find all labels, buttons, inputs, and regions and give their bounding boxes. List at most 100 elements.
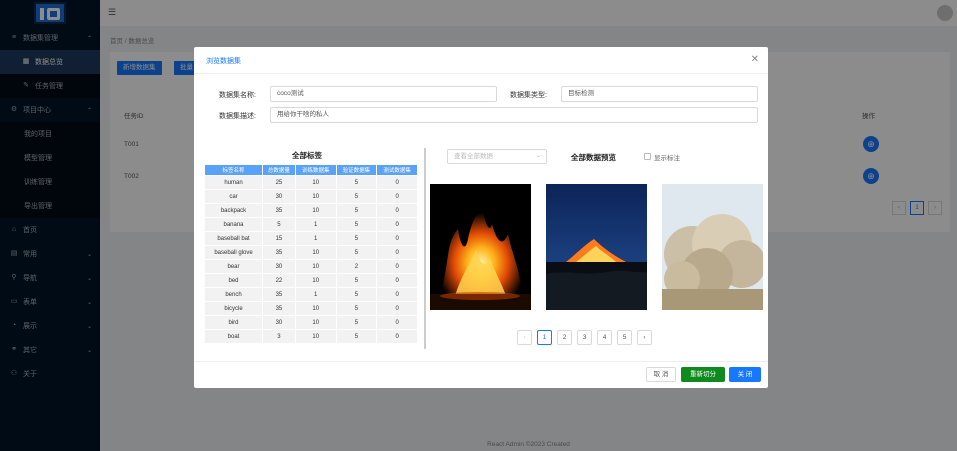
col-header: 总数据量 bbox=[262, 164, 296, 176]
show-annotation-checkbox[interactable] bbox=[644, 153, 651, 160]
table-cell: 0 bbox=[376, 189, 418, 204]
table-scrollbar[interactable] bbox=[424, 148, 426, 349]
table-cell: 5 bbox=[335, 315, 378, 330]
table-cell: 22 bbox=[262, 273, 296, 288]
table-cell: 10 bbox=[294, 301, 337, 316]
page-button-2[interactable]: 2 bbox=[557, 330, 572, 345]
table-cell: 0 bbox=[376, 217, 418, 232]
table-cell: 5 bbox=[335, 217, 378, 232]
prev-page-button[interactable]: ‹ bbox=[517, 330, 532, 345]
table-cell: 5 bbox=[335, 203, 378, 218]
table-cell: 5 bbox=[335, 329, 378, 344]
table-cell: 0 bbox=[376, 273, 418, 288]
dataset-desc-input[interactable]: 用给你干啥的私人 bbox=[270, 107, 758, 123]
preview-title: 全部数据预览 bbox=[571, 153, 616, 162]
table-cell: 0 bbox=[376, 329, 418, 344]
table-row: backpack 35 10 5 0 bbox=[204, 203, 418, 218]
table-cell: 5 bbox=[335, 287, 378, 302]
modal-title: 浏览数据集 bbox=[206, 58, 241, 65]
table-cell: 35 bbox=[262, 245, 296, 260]
table-row: bicycle 35 10 5 0 bbox=[204, 301, 418, 316]
table-cell: 0 bbox=[376, 287, 418, 302]
show-annotation-label: 显示标注 bbox=[654, 155, 680, 162]
table-cell: 0 bbox=[376, 259, 418, 274]
col-header: 验证数据集 bbox=[335, 164, 378, 176]
page-button-3[interactable]: 3 bbox=[577, 330, 592, 345]
table-row: bench 35 1 5 0 bbox=[204, 287, 418, 302]
table-cell: human bbox=[204, 175, 263, 190]
chevron-down-icon: ⌄ bbox=[535, 153, 541, 159]
table-cell: 1 bbox=[294, 217, 337, 232]
table-row: baseball bat 15 1 5 0 bbox=[204, 231, 418, 246]
table-cell: 5 bbox=[335, 175, 378, 190]
table-cell: 15 bbox=[262, 231, 296, 246]
preview-image-dust[interactable] bbox=[662, 184, 763, 310]
table-cell: bear bbox=[204, 259, 263, 274]
table-cell: 30 bbox=[262, 315, 296, 330]
table-cell: bed bbox=[204, 273, 263, 288]
table-cell: 1 bbox=[294, 231, 337, 246]
table-row: bird 30 10 5 0 bbox=[204, 315, 418, 330]
col-header: 标签名称 bbox=[204, 164, 263, 176]
dataset-type-label: 数据集类型: bbox=[510, 92, 547, 99]
table-cell: 0 bbox=[376, 301, 418, 316]
table-cell: baseball glove bbox=[204, 245, 263, 260]
resplit-button[interactable]: 重新切分 bbox=[681, 367, 725, 382]
col-header: 测试数据集 bbox=[376, 164, 418, 176]
table-cell: 5 bbox=[335, 301, 378, 316]
preview-image-fire[interactable] bbox=[430, 184, 531, 310]
table-cell: 5 bbox=[335, 231, 378, 246]
next-page-button[interactable]: › bbox=[637, 330, 652, 345]
dataset-type-input[interactable]: 目标检测 bbox=[561, 86, 758, 102]
browse-dataset-modal: 浏览数据集 ✕ 数据集名称: coco测试 数据集类型: 目标检测 数据集描述:… bbox=[194, 47, 768, 388]
table-cell: 35 bbox=[262, 203, 296, 218]
cancel-button[interactable]: 取 消 bbox=[646, 367, 676, 382]
table-cell: car bbox=[204, 189, 263, 204]
table-cell: bird bbox=[204, 315, 263, 330]
close-icon[interactable]: ✕ bbox=[751, 54, 759, 65]
divider bbox=[194, 361, 768, 362]
table-cell: backpack bbox=[204, 203, 263, 218]
table-cell: 5 bbox=[335, 189, 378, 204]
table-cell: 10 bbox=[294, 315, 337, 330]
table-cell: 0 bbox=[376, 203, 418, 218]
table-row: banana 5 1 5 0 bbox=[204, 217, 418, 232]
table-cell: bench bbox=[204, 287, 263, 302]
page-button-4[interactable]: 4 bbox=[597, 330, 612, 345]
table-cell: 10 bbox=[294, 203, 337, 218]
table-cell: 0 bbox=[376, 231, 418, 246]
page-button-1[interactable]: 1 bbox=[537, 330, 552, 345]
table-row: boat 3 10 5 0 bbox=[204, 329, 418, 344]
table-cell: bicycle bbox=[204, 301, 263, 316]
all-labels-title: 全部标签 bbox=[292, 151, 322, 160]
table-cell: 2 bbox=[335, 259, 378, 274]
table-cell: 10 bbox=[294, 175, 337, 190]
table-cell: 10 bbox=[294, 259, 337, 274]
table-row: car 30 10 5 0 bbox=[204, 189, 418, 204]
table-cell: banana bbox=[204, 217, 263, 232]
page-button-5[interactable]: 5 bbox=[617, 330, 632, 345]
table-row: bed 22 10 5 0 bbox=[204, 273, 418, 288]
preview-image-night-fire[interactable] bbox=[546, 184, 647, 310]
dataset-name-input[interactable]: coco测试 bbox=[270, 86, 497, 102]
table-cell: 10 bbox=[294, 329, 337, 344]
dataset-name-label: 数据集名称: bbox=[219, 92, 256, 99]
col-header: 训练数据集 bbox=[294, 164, 337, 176]
labels-table: 标签名称 总数据量 训练数据集 验证数据集 测试数据集 human 25 10 5 0 c… bbox=[204, 164, 424, 349]
table-cell: 10 bbox=[294, 189, 337, 204]
table-cell: 5 bbox=[262, 217, 296, 232]
table-cell: baseball bat bbox=[204, 231, 263, 246]
table-cell: boat bbox=[204, 329, 263, 344]
close-button[interactable]: 关 闭 bbox=[729, 367, 761, 382]
table-cell: 0 bbox=[376, 245, 418, 260]
dataset-desc-label: 数据集描述: bbox=[219, 113, 256, 120]
data-filter-select[interactable]: 查看全部数据 ⌄ bbox=[447, 149, 547, 164]
select-placeholder: 查看全部数据 bbox=[454, 153, 493, 160]
table-cell: 0 bbox=[376, 175, 418, 190]
table-cell: 0 bbox=[376, 315, 418, 330]
table-cell: 35 bbox=[262, 287, 296, 302]
table-cell: 10 bbox=[294, 273, 337, 288]
table-cell: 35 bbox=[262, 301, 296, 316]
table-cell: 30 bbox=[262, 189, 296, 204]
table-cell: 1 bbox=[294, 287, 337, 302]
